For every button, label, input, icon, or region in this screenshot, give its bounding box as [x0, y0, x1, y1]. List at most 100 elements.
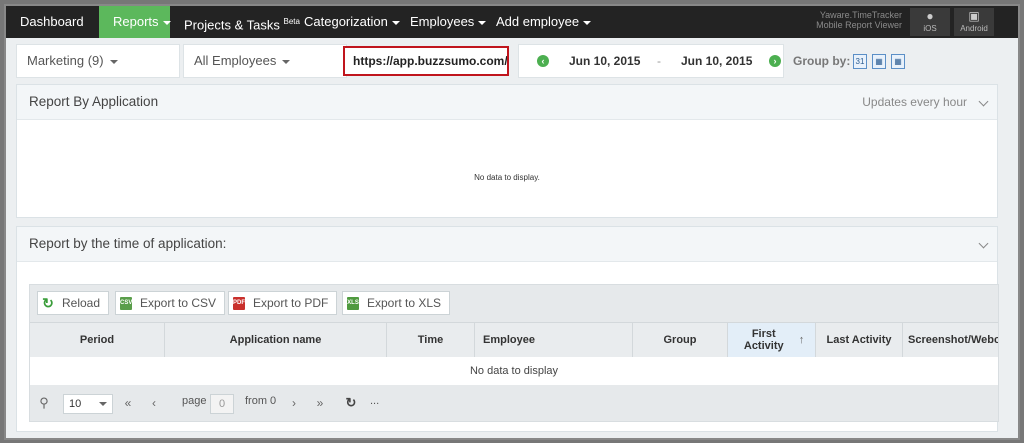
column-employee[interactable]: Employee [475, 323, 633, 357]
column-label: Application name [229, 334, 322, 346]
csv-file-icon: CSV [120, 297, 132, 311]
app-window: Dashboard Reports Projects & Tasks Beta … [4, 4, 1020, 440]
empty-message: No data to display. [474, 173, 540, 182]
url-value: https://app.buzzsumo.com/ [353, 54, 508, 68]
chevron-down-icon[interactable] [978, 96, 989, 107]
page-size-select[interactable]: 10 [63, 394, 113, 414]
apple-icon: ● [926, 9, 934, 23]
next-date-icon[interactable]: › [769, 55, 781, 67]
last-page-icon[interactable]: » [312, 394, 328, 412]
ios-label: iOS [923, 24, 937, 33]
first-page-icon[interactable]: « [120, 394, 136, 412]
column-first-activity[interactable]: First Activity ↑ [728, 323, 816, 357]
pager-ellipsis: ... [370, 395, 380, 407]
nav-reports-label: Reports [113, 14, 159, 29]
android-label: Android [960, 24, 988, 33]
ios-app-button[interactable]: ● iOS [910, 8, 950, 36]
column-screenshot[interactable]: Screenshot/Webc [903, 323, 998, 357]
panel-header: Report by the time of application: [17, 227, 997, 262]
report-grid: ↻ Reload CSV Export to CSV PDF Export to PD… [29, 284, 999, 422]
reload-icon: ↻ [42, 295, 54, 312]
chevron-down-icon [99, 402, 107, 406]
export-xls-button[interactable]: XLS Export to XLS [342, 291, 451, 315]
employees-value: All Employees [194, 53, 277, 68]
nav-categorization-label: Categorization [304, 14, 388, 29]
page-number-input[interactable]: 0 [210, 394, 234, 414]
calendar-day-number: 31 [855, 57, 865, 66]
top-nav: Dashboard Reports Projects & Tasks Beta … [6, 6, 1018, 38]
nav-dashboard-label: Dashboard [20, 14, 84, 29]
group-by-day-icon[interactable]: 31 [853, 54, 867, 69]
prev-page-icon[interactable]: ‹ [146, 394, 162, 412]
column-label: Period [79, 334, 115, 346]
nav-projects-label: Projects & Tasks [184, 17, 280, 33]
prev-date-icon[interactable]: ‹ [537, 55, 549, 67]
group-by-month-icon[interactable]: ▦ [891, 54, 905, 69]
nav-projects-tasks[interactable]: Projects & Tasks Beta [170, 6, 300, 38]
date-to[interactable]: Jun 10, 2015 [681, 45, 752, 77]
column-last-activity[interactable]: Last Activity [816, 323, 903, 357]
department-select[interactable]: Marketing (9) [16, 44, 180, 78]
nav-reports[interactable]: Reports [99, 6, 171, 38]
export-csv-label: Export to CSV [140, 296, 217, 310]
chevron-down-icon[interactable] [978, 238, 989, 249]
date-from[interactable]: Jun 10, 2015 [569, 45, 640, 77]
page-count-label: from 0 [245, 395, 277, 407]
column-label: First Activity [743, 328, 784, 352]
column-label: Last Activity [826, 334, 892, 346]
report-by-time-panel: Report by the time of application: ↻ Relo… [16, 226, 999, 432]
column-group[interactable]: Group [633, 323, 728, 357]
next-page-icon[interactable]: › [286, 394, 302, 412]
android-app-button[interactable]: ▣ Android [954, 8, 994, 36]
page-number-value: 0 [218, 398, 226, 410]
reload-button[interactable]: ↻ Reload [37, 291, 110, 315]
mobile-title-line2: Mobile Report Viewer [816, 20, 902, 30]
report-by-application-panel: Report By Application Updates every hour… [16, 84, 998, 218]
refresh-icon[interactable]: ↻ [343, 394, 359, 412]
page-size-value: 10 [69, 398, 82, 410]
employees-select[interactable]: All Employees [183, 44, 347, 78]
grid-pager: ⚲ 10 « ‹ page 0 from 0 › » ↻ ... [30, 386, 998, 421]
android-icon: ▣ [968, 9, 980, 23]
department-value: Marketing (9) [27, 53, 104, 68]
column-time[interactable]: Time [387, 323, 475, 357]
pdf-file-icon: PDF [233, 297, 245, 311]
group-by-week-icon[interactable]: ▦ [872, 54, 886, 69]
update-frequency-label[interactable]: Updates every hour [862, 85, 967, 119]
url-filter-input[interactable]: https://app.buzzsumo.com/ [343, 46, 509, 76]
nav-add-employee-label: Add employee [496, 14, 580, 29]
export-pdf-button[interactable]: PDF Export to PDF [228, 291, 338, 315]
xls-file-icon: XLS [347, 297, 359, 311]
mobile-viewer-label: Yaware.TimeTracker Mobile Report Viewer [794, 10, 902, 30]
chevron-down-icon [583, 20, 592, 25]
panel-header: Report By Application Updates every hour [17, 85, 997, 120]
panel-title: Report by the time of application: [29, 236, 227, 251]
column-period[interactable]: Period [30, 323, 165, 357]
sort-asc-icon: ↑ [798, 334, 805, 346]
grid-header: Period Application name Time Employee Gr… [30, 322, 998, 358]
nav-employees-label: Employees [410, 14, 475, 29]
chevron-down-icon [282, 59, 291, 64]
export-xls-label: Export to XLS [367, 296, 442, 310]
export-pdf-label: Export to PDF [253, 296, 329, 310]
nav-dashboard[interactable]: Dashboard [6, 6, 99, 38]
mobile-title-line1: Yaware.TimeTracker [819, 10, 902, 20]
group-by-label: Group by: [793, 54, 851, 68]
reload-label: Reload [62, 296, 101, 310]
column-label: Employee [483, 334, 535, 346]
column-label: Group [663, 334, 697, 346]
panel-title: Report By Application [29, 94, 159, 109]
date-range-picker: ‹ Jun 10, 2015 - Jun 10, 2015 › [518, 44, 784, 78]
search-icon[interactable]: ⚲ [36, 394, 52, 412]
grid-empty-message: No data to display [30, 357, 998, 385]
nav-categorization[interactable]: Categorization [290, 6, 400, 38]
chevron-down-icon [109, 59, 118, 64]
nav-employees[interactable]: Employees [396, 6, 487, 38]
column-label: Screenshot/Webc [908, 334, 998, 346]
page-label: page [182, 395, 207, 407]
nav-add-employee[interactable]: Add employee [482, 6, 592, 38]
column-application-name[interactable]: Application name [165, 323, 387, 357]
column-label: Time [417, 334, 444, 346]
export-csv-button[interactable]: CSV Export to CSV [115, 291, 226, 315]
date-separator: - [657, 54, 661, 68]
